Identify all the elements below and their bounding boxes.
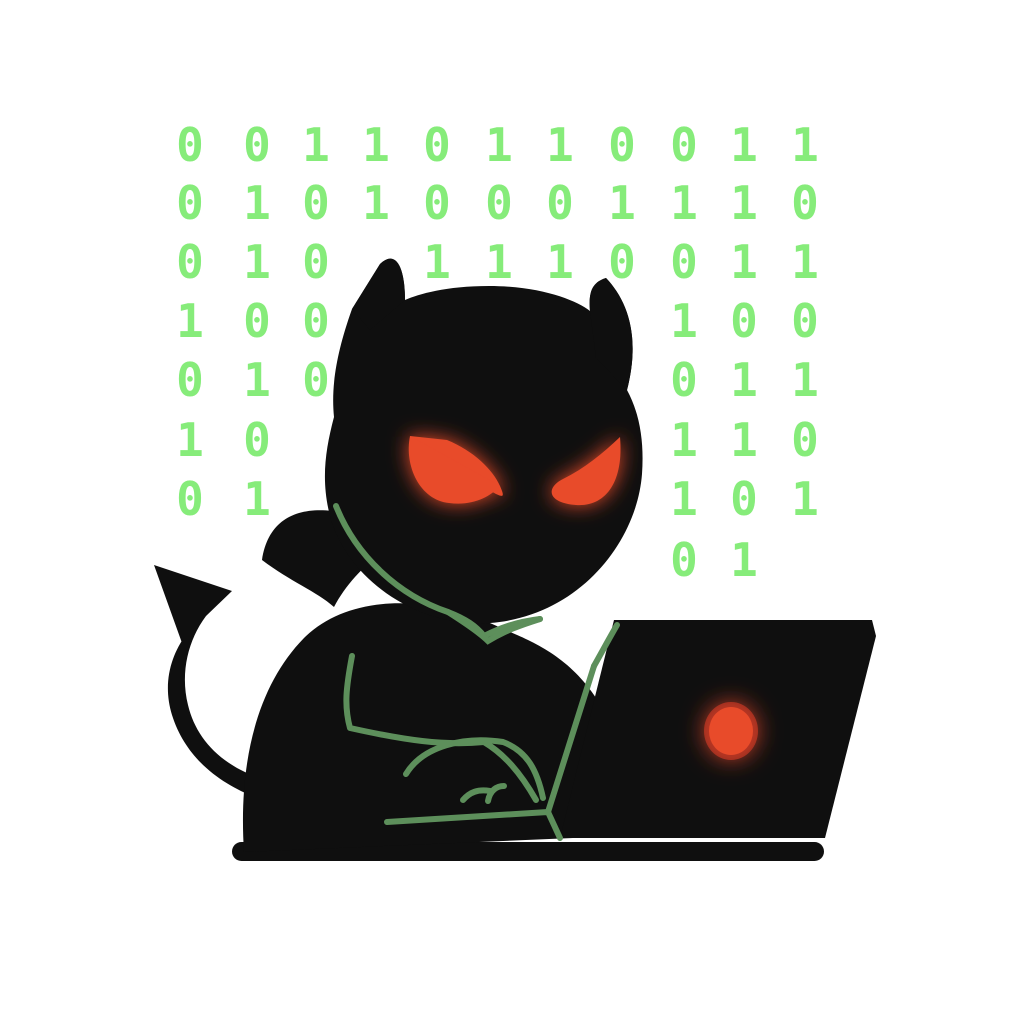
devil-body-silhouette bbox=[242, 603, 620, 852]
devil-head-silhouette bbox=[324, 258, 643, 624]
devil-hacker-illustration bbox=[154, 258, 876, 861]
illustration-canvas: 0011011001101010001110010111001110010001… bbox=[0, 0, 1024, 1024]
laptop-logo-icon bbox=[704, 702, 758, 760]
